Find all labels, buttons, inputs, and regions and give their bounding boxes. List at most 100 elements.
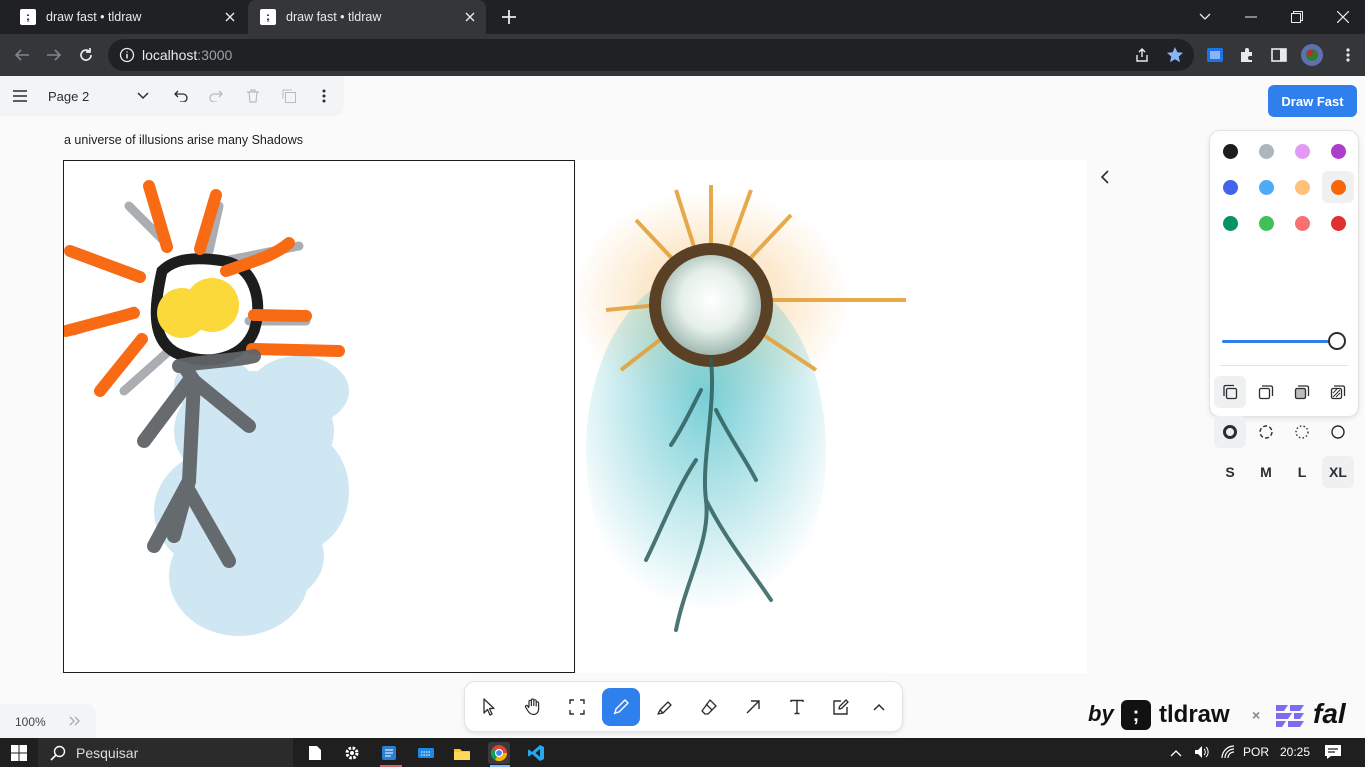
color-swatch-light-red[interactable]	[1286, 207, 1318, 239]
note-tool-icon[interactable]	[822, 688, 860, 726]
redo-icon[interactable]	[206, 86, 226, 106]
more-options-icon[interactable]	[314, 86, 334, 106]
color-swatch-light-violet[interactable]	[1286, 135, 1318, 167]
draw-tool-icon[interactable]	[602, 688, 640, 726]
settings-gear-icon[interactable]	[341, 742, 363, 764]
network-icon[interactable]	[1220, 744, 1236, 763]
tldraw-favicon-icon: ;	[260, 9, 276, 25]
notes-app-icon[interactable]	[378, 742, 400, 764]
fill-semi-icon[interactable]	[1250, 376, 1282, 408]
minimize-icon[interactable]	[1240, 6, 1262, 28]
color-swatch-yellow[interactable]	[1286, 171, 1318, 203]
text-tool-icon[interactable]	[778, 688, 816, 726]
chrome-taskbar-icon[interactable]	[488, 742, 510, 764]
file-icon[interactable]	[304, 742, 326, 764]
menu-bar: Page 2	[0, 76, 344, 116]
clock[interactable]: 20:25	[1280, 745, 1310, 759]
fill-none-icon[interactable]	[1214, 376, 1246, 408]
duplicate-icon[interactable]	[279, 86, 299, 106]
volume-icon[interactable]	[1194, 744, 1210, 763]
dash-draw-icon[interactable]	[1214, 416, 1246, 448]
taskbar-search[interactable]: Pesquisar	[38, 738, 293, 767]
windows-start-icon[interactable]	[8, 742, 30, 764]
chevron-left-icon[interactable]	[1097, 168, 1115, 186]
browser-tab-active[interactable]: ; draw fast • tldraw	[248, 0, 486, 34]
tab-title: draw fast • tldraw	[46, 10, 142, 24]
size-xl-button[interactable]: XL	[1322, 456, 1354, 488]
fill-pattern-icon[interactable]	[1322, 376, 1354, 408]
tldraw-canvas[interactable]: Page 2 Draw Fast a universe of illusions…	[0, 76, 1365, 738]
dash-solid-icon[interactable]	[1322, 416, 1354, 448]
browser-tab[interactable]: ; draw fast • tldraw	[8, 0, 246, 34]
keyboard-app-icon[interactable]	[415, 742, 437, 764]
new-tab-icon[interactable]	[500, 8, 518, 26]
vscode-taskbar-icon[interactable]	[525, 742, 547, 764]
undo-icon[interactable]	[171, 86, 191, 106]
prompt-text[interactable]: a universe of illusions arise many Shado…	[64, 133, 303, 147]
fill-solid-icon[interactable]	[1286, 376, 1318, 408]
color-swatch-light-blue[interactable]	[1250, 171, 1282, 203]
language-indicator[interactable]: POR	[1243, 745, 1269, 759]
tldraw-favicon-icon: ;	[20, 9, 36, 25]
size-l-button[interactable]: L	[1286, 456, 1318, 488]
reload-icon[interactable]	[76, 45, 96, 65]
side-panel-icon[interactable]	[1269, 45, 1289, 65]
bookmark-star-icon[interactable]	[1166, 46, 1184, 67]
expand-minimap-icon[interactable]	[69, 715, 81, 730]
zoom-level[interactable]: 100%	[15, 715, 46, 729]
back-icon[interactable]	[12, 45, 32, 65]
brand-logo[interactable]: by ; tldraw × fal	[1088, 697, 1358, 733]
user-drawing[interactable]	[60, 161, 576, 674]
chrome-menu-icon[interactable]	[1338, 45, 1358, 65]
color-swatch-blue[interactable]	[1214, 171, 1246, 203]
address-bar[interactable]: localhost:3000	[108, 39, 1194, 71]
restore-icon[interactable]	[1286, 6, 1308, 28]
share-icon[interactable]	[1134, 47, 1150, 66]
highlighter-tool-icon[interactable]	[646, 688, 684, 726]
close-window-icon[interactable]	[1332, 6, 1354, 28]
site-info-icon[interactable]	[119, 47, 135, 66]
tab-search-icon[interactable]	[1194, 6, 1216, 28]
color-swatch-grey[interactable]	[1250, 135, 1282, 167]
fal-logo-icon	[1274, 701, 1306, 734]
chevron-up-icon[interactable]	[1170, 746, 1182, 760]
file-explorer-icon[interactable]	[451, 742, 473, 764]
opacity-slider-thumb[interactable]	[1328, 332, 1346, 350]
size-s-button[interactable]: S	[1214, 456, 1246, 488]
brand-times: ×	[1252, 707, 1261, 723]
profile-avatar[interactable]	[1300, 43, 1324, 67]
url-host: localhost	[142, 47, 198, 63]
tldraw-logo-icon: ;	[1121, 700, 1151, 730]
color-swatch-black[interactable]	[1214, 135, 1246, 167]
color-swatch-orange[interactable]	[1322, 171, 1354, 203]
drawing-frame[interactable]	[60, 160, 576, 674]
generated-image[interactable]	[571, 160, 1087, 673]
color-swatch-red[interactable]	[1322, 207, 1354, 239]
dash-dotted-icon[interactable]	[1286, 416, 1318, 448]
opacity-slider-track[interactable]	[1222, 340, 1334, 343]
forward-icon[interactable]	[44, 45, 64, 65]
brand-by: by	[1088, 701, 1114, 726]
color-swatch-light-green[interactable]	[1250, 207, 1282, 239]
size-m-button[interactable]: M	[1250, 456, 1282, 488]
trash-icon[interactable]	[243, 86, 263, 106]
hand-tool-icon[interactable]	[514, 688, 552, 726]
extension-icon[interactable]	[1205, 45, 1225, 65]
chevron-down-icon[interactable]	[133, 86, 153, 106]
color-swatch-green[interactable]	[1214, 207, 1246, 239]
browser-toolbar: localhost:3000	[0, 34, 1365, 76]
dash-dashed-icon[interactable]	[1250, 416, 1282, 448]
arrow-tool-icon[interactable]	[734, 688, 772, 726]
extensions-puzzle-icon[interactable]	[1237, 45, 1257, 65]
close-tab-icon[interactable]	[462, 9, 478, 25]
close-tab-icon[interactable]	[222, 9, 238, 25]
frame-tool-icon[interactable]	[558, 688, 596, 726]
select-tool-icon[interactable]	[470, 688, 508, 726]
draw-fast-button[interactable]: Draw Fast	[1268, 85, 1357, 117]
chevron-up-icon[interactable]	[862, 688, 896, 726]
notifications-icon[interactable]	[1324, 744, 1342, 763]
page-name[interactable]: Page 2	[48, 89, 89, 104]
hamburger-menu-icon[interactable]	[10, 86, 30, 106]
color-swatch-violet[interactable]	[1322, 135, 1354, 167]
eraser-tool-icon[interactable]	[690, 688, 728, 726]
